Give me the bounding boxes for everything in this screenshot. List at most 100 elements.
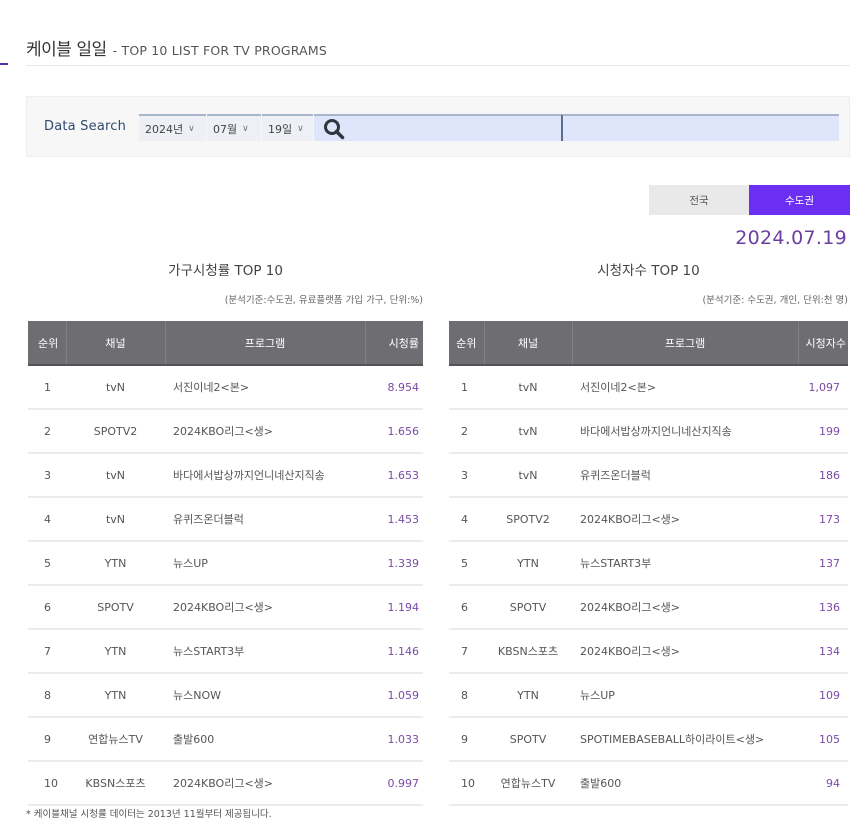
viewers-note: (분석기준: 수도권, 개인, 단위:천 명)	[702, 295, 848, 306]
program-cell: 출발600	[165, 717, 365, 762]
table-row: 4 tvN 유퀴즈온더블럭 1.453	[28, 497, 423, 542]
rank-cell: 8	[28, 673, 66, 718]
value-cell: 136	[798, 585, 848, 630]
value-cell: 186	[798, 453, 848, 498]
value-cell: 1.656	[365, 409, 423, 454]
table-row: 3 tvN 바다에서밥상까지언니네산지직송 1.653	[28, 453, 423, 498]
value-cell: 1.339	[365, 541, 423, 586]
rank-cell: 5	[28, 541, 66, 586]
rank-cell: 4	[449, 497, 484, 542]
footnote: * 케이블채널 시청률 데이터는 2013년 11월부터 제공됩니다.	[26, 809, 272, 820]
program-cell: 뉴스UP	[572, 673, 798, 718]
channel-cell: 연합뉴스TV	[484, 761, 572, 806]
value-cell: 173	[798, 497, 848, 542]
rank-cell: 7	[28, 629, 66, 674]
program-cell: 유퀴즈온더블럭	[572, 453, 798, 498]
value-cell: 1.059	[365, 673, 423, 718]
table-row: 9 SPOTV SPOTIMEBASEBALL하이라이트<생> 105	[449, 717, 848, 762]
program-cell: 뉴스START3부	[572, 541, 798, 586]
program-cell: 출발600	[572, 761, 798, 806]
channel-cell: 연합뉴스TV	[66, 717, 165, 762]
search-field-primary[interactable]	[314, 114, 561, 141]
household-rating-panel: 가구시청률 TOP 10 (분석기준:수도권, 유료플랫폼 가입 가구, 단위:…	[28, 262, 423, 806]
table-header-row: 순위 채널 프로그램 시청자수	[449, 321, 848, 366]
column-header-rating: 시청률	[364, 321, 423, 366]
rank-cell: 1	[28, 365, 66, 410]
channel-cell: SPOTV	[66, 585, 165, 630]
chevron-down-icon: ∨	[297, 123, 304, 134]
day-select[interactable]: 19일 ∨	[262, 114, 313, 141]
column-header-rank: 순위	[449, 321, 484, 366]
value-cell: 1.453	[365, 497, 423, 542]
page-title-korean: 케이블 일일	[26, 40, 107, 60]
table-row: 7 YTN 뉴스START3부 1.146	[28, 629, 423, 674]
table-row: 10 연합뉴스TV 출발600 94	[449, 761, 848, 806]
program-cell: 뉴스NOW	[165, 673, 365, 718]
year-select-value: 2024년	[145, 122, 184, 136]
program-cell: 2024KBO리그<생>	[572, 585, 798, 630]
program-cell: 2024KBO리그<생>	[165, 761, 365, 806]
rank-cell: 9	[28, 717, 66, 762]
rank-cell: 2	[28, 409, 66, 454]
household-rating-title: 가구시청률 TOP 10	[168, 263, 283, 279]
program-cell: 서진이네2<본>	[572, 365, 798, 410]
viewers-title: 시청자수 TOP 10	[597, 263, 700, 279]
household-rating-note: (분석기준:수도권, 유료플랫폼 가입 가구, 단위:%)	[224, 295, 423, 306]
table-row: 8 YTN 뉴스UP 109	[449, 673, 848, 718]
value-cell: 8.954	[365, 365, 423, 410]
chevron-down-icon: ∨	[242, 123, 249, 134]
page-title-english: - TOP 10 LIST FOR TV PROGRAMS	[112, 43, 327, 58]
rank-cell: 3	[28, 453, 66, 498]
value-cell: 1.194	[365, 585, 423, 630]
value-cell: 1.653	[365, 453, 423, 498]
program-cell: 유퀴즈온더블럭	[165, 497, 365, 542]
page-title: 케이블 일일 - TOP 10 LIST FOR TV PROGRAMS	[26, 35, 327, 60]
program-cell: 바다에서밥상까지언니네산지직송	[572, 409, 798, 454]
household-rating-table: 순위 채널 프로그램 시청률 1 tvN 서진이네2<본> 8.954 2 SPOTV2 2…	[28, 321, 423, 806]
program-cell: 바다에서밥상까지언니네산지직송	[165, 453, 365, 498]
tab-capital-area[interactable]: 수도권	[749, 185, 850, 215]
channel-cell: tvN	[66, 453, 165, 498]
channel-cell: SPOTV2	[484, 497, 572, 542]
rank-cell: 10	[449, 761, 484, 806]
table-row: 4 SPOTV2 2024KBO리그<생> 173	[449, 497, 848, 542]
program-cell: 2024KBO리그<생>	[165, 409, 365, 454]
program-cell: SPOTIMEBASEBALL하이라이트<생>	[572, 717, 798, 762]
program-cell: 뉴스UP	[165, 541, 365, 586]
value-cell: 105	[798, 717, 848, 762]
table-row: 7 KBSN스포츠 2024KBO리그<생> 134	[449, 629, 848, 674]
search-field-secondary[interactable]	[561, 114, 839, 141]
table-row: 5 YTN 뉴스UP 1.339	[28, 541, 423, 586]
month-select-value: 07월	[213, 122, 238, 136]
tab-nationwide[interactable]: 전국	[649, 185, 749, 215]
channel-cell: YTN	[66, 673, 165, 718]
rank-cell: 8	[449, 673, 484, 718]
rank-cell: 2	[449, 409, 484, 454]
program-cell: 뉴스START3부	[165, 629, 365, 674]
channel-cell: KBSN스포츠	[484, 629, 572, 674]
channel-cell: SPOTV2	[66, 409, 165, 454]
table-row: 1 tvN 서진이네2<본> 1,097	[449, 365, 848, 410]
column-header-viewers: 시청자수	[797, 321, 848, 366]
program-cell: 서진이네2<본>	[165, 365, 365, 410]
table-row: 1 tvN 서진이네2<본> 8.954	[28, 365, 423, 410]
column-header-channel: 채널	[65, 321, 165, 366]
table-row: 3 tvN 유퀴즈온더블럭 186	[449, 453, 848, 498]
channel-cell: KBSN스포츠	[66, 761, 165, 806]
channel-cell: tvN	[484, 409, 572, 454]
channel-cell: YTN	[484, 541, 572, 586]
channel-cell: tvN	[66, 497, 165, 542]
search-icon[interactable]	[323, 118, 345, 140]
value-cell: 1.033	[365, 717, 423, 762]
month-select[interactable]: 07월 ∨	[207, 114, 261, 141]
value-cell: 1,097	[798, 365, 848, 410]
rank-cell: 10	[28, 761, 66, 806]
table-row: 6 SPOTV 2024KBO리그<생> 1.194	[28, 585, 423, 630]
channel-cell: YTN	[484, 673, 572, 718]
rank-cell: 1	[449, 365, 484, 410]
table-row: 6 SPOTV 2024KBO리그<생> 136	[449, 585, 848, 630]
column-header-program: 프로그램	[164, 321, 365, 366]
year-select[interactable]: 2024년 ∨	[139, 114, 206, 141]
rank-cell: 6	[28, 585, 66, 630]
selected-date: 2024.07.19	[735, 227, 847, 249]
